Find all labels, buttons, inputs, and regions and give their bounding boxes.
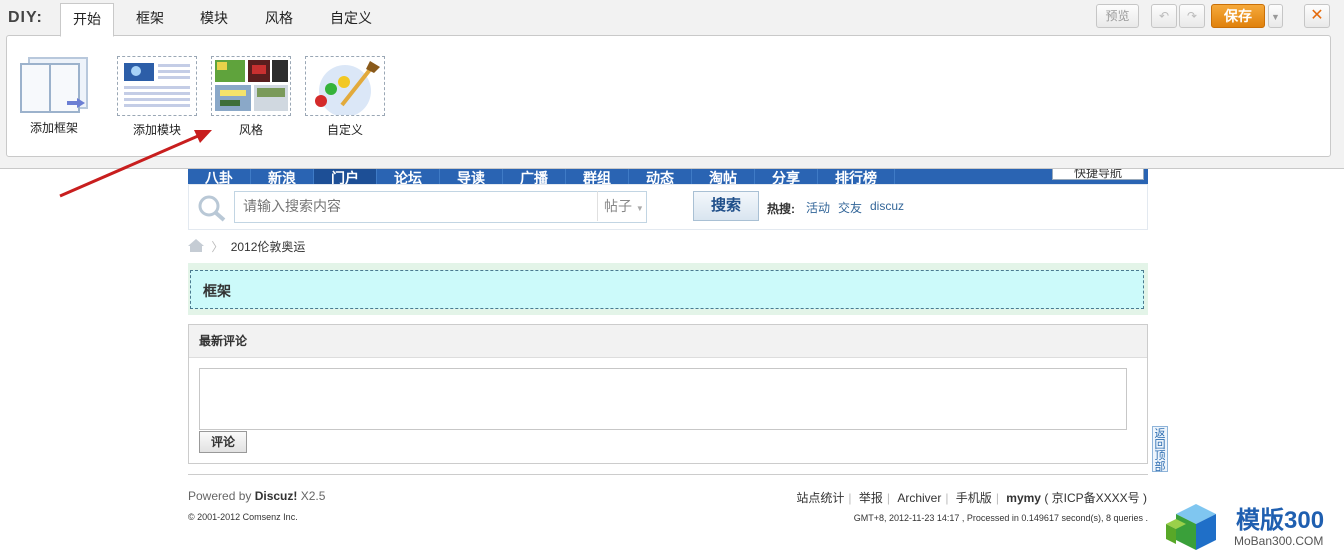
hot-search-link[interactable]: discuz [870,199,904,213]
save-button[interactable]: 保存 [1211,4,1265,28]
save-dropdown-button[interactable]: ▼ [1268,4,1283,28]
footer-link-archiver[interactable]: Archiver [897,491,941,505]
footer-divider [188,474,1148,475]
style-icon [211,56,291,116]
powered-prefix: Powered by [188,489,255,503]
custom-icon [305,56,385,117]
undo-icon: ↶ [1158,9,1170,23]
chevron-down-icon: ▼ [1271,12,1280,22]
breadcrumb: 〉 2012伦敦奥运 [188,238,305,254]
style-tool[interactable]: 风格 [206,56,296,138]
diy-tab-frame[interactable]: 框架 [124,3,176,35]
footer-site-user[interactable]: mymy [1006,491,1041,505]
diy-tool-panel: 添加框架 添加模块 风格 自定义 [6,35,1331,157]
redo-icon: ↷ [1186,9,1198,23]
add-frame-tool[interactable]: 添加框架 [9,56,99,136]
search-icon [198,195,226,222]
search-bar: 帖子 ▼ 搜索 热搜: 活动 交友 discuz [188,184,1148,230]
diy-tab-custom[interactable]: 自定义 [318,3,384,35]
hot-search-link[interactable]: 活动 [806,199,830,216]
diy-tab-block[interactable]: 模块 [188,3,240,35]
footer-link-mobile[interactable]: 手机版 [956,491,992,505]
debug-info: GMT+8, 2012-11-23 14:17 , Processed in 0… [853,513,1148,523]
diy-label: DIY: [8,9,43,26]
copyright: © 2001-2012 Comsenz Inc. [188,512,298,522]
chevron-down-icon: ▼ [635,204,644,213]
close-button[interactable]: ✕ [1304,4,1330,28]
custom-tool[interactable]: 自定义 [300,56,390,138]
diy-frame-area: 框架 [188,263,1148,315]
add-block-tool[interactable]: 添加模块 [112,56,202,138]
footer-link-stats[interactable]: 站点统计 [796,491,844,505]
hot-search-label: 热搜: [767,202,795,216]
hot-search-link[interactable]: 交友 [838,199,862,216]
footer-icp[interactable]: ( 京ICP备XXXX号 ) [1044,491,1147,505]
search-input-box [234,191,648,223]
chevron-right-icon: 〉 [211,240,224,254]
watermark-url: MoBan300.COM [1234,534,1324,548]
search-type-select[interactable]: 帖子 ▼ [597,191,647,221]
add-frame-label: 添加框架 [29,121,78,135]
breadcrumb-current[interactable]: 2012伦敦奥运 [231,240,306,254]
watermark-text: 模版300 [1236,507,1325,534]
custom-label: 自定义 [326,123,363,137]
search-input[interactable] [235,192,648,220]
footer-link-report[interactable]: 举报 [859,491,883,505]
diy-tab-start[interactable]: 开始 [60,3,114,37]
watermark-logo-icon [1166,504,1216,550]
comment-textarea[interactable] [199,368,1127,430]
add-block-icon [117,56,197,116]
comments-title: 最新评论 [189,325,1147,358]
powered-by: Powered by Discuz! X2.5 [188,489,325,503]
powered-brand-link[interactable]: Discuz! [255,489,298,503]
watermark: 模版300 MoBan300.COM [1166,494,1344,554]
style-label: 风格 [238,123,263,137]
diy-frame[interactable]: 框架 [190,270,1144,309]
diy-tab-style[interactable]: 风格 [253,3,305,35]
search-type-label: 帖子 [604,198,632,214]
redo-button[interactable]: ↷ [1179,4,1205,28]
latest-comments-panel: 最新评论 评论 [188,324,1148,464]
comment-submit-button[interactable]: 评论 [199,431,247,453]
add-frame-icon [15,56,93,114]
powered-version: X2.5 [297,489,326,503]
home-icon[interactable] [188,239,204,252]
preview-button[interactable]: 预览 [1096,4,1139,28]
add-block-label: 添加模块 [132,123,181,137]
back-to-top-button[interactable]: 返回顶部 [1152,426,1168,473]
search-button[interactable]: 搜索 [693,191,759,221]
diy-toolbar: DIY: 开始 框架 模块 风格 自定义 预览 ↶ ↷ 保存 ▼ ✕ 添加框架 [0,0,1344,169]
undo-button[interactable]: ↶ [1151,4,1177,28]
footer-links: 站点统计 | 举报 | Archiver | 手机版 | mymy ( 京ICP备XXX… [796,491,1147,505]
